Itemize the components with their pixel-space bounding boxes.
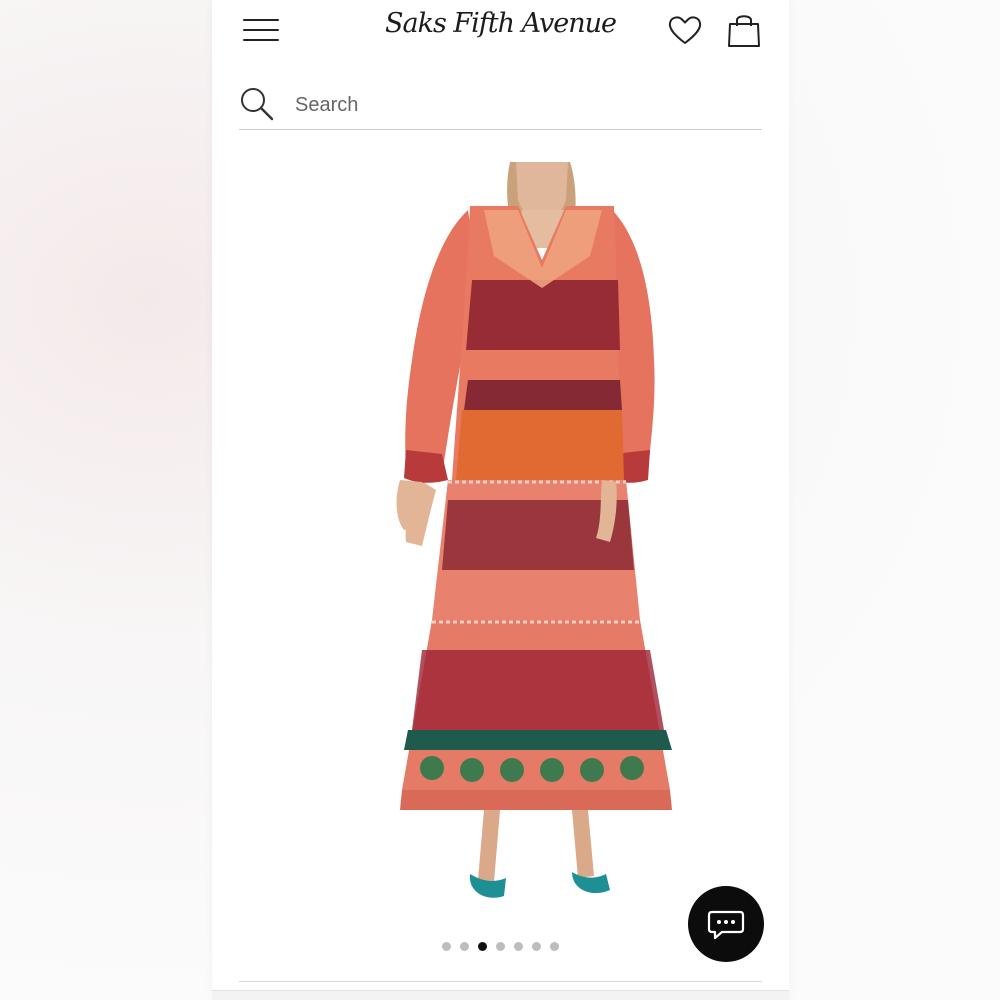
brand-logo[interactable]: Saks Fifth Avenue: [362, 4, 639, 44]
mobile-page: Saks Fifth Avenue: [212, 0, 789, 1000]
carousel-dot[interactable]: [496, 942, 505, 951]
top-bar: Saks Fifth Avenue: [212, 0, 789, 62]
search-bar[interactable]: [239, 78, 762, 130]
hamburger-menu-icon[interactable]: [242, 16, 280, 44]
shopping-bag-icon[interactable]: [724, 10, 764, 50]
carousel-dot[interactable]: [442, 942, 451, 951]
search-icon[interactable]: [239, 86, 275, 122]
carousel-dot-active[interactable]: [478, 942, 487, 951]
search-input[interactable]: [295, 88, 735, 122]
carousel-dot[interactable]: [550, 942, 559, 951]
next-section-peek: [212, 990, 789, 1000]
carousel-dot[interactable]: [460, 942, 469, 951]
heart-icon[interactable]: [667, 12, 703, 48]
chat-button[interactable]: [688, 886, 764, 962]
divider: [239, 981, 762, 982]
chat-bubble-icon: [707, 910, 745, 940]
product-image[interactable]: [272, 150, 742, 920]
carousel-dot[interactable]: [514, 942, 523, 951]
carousel-dot[interactable]: [532, 942, 541, 951]
